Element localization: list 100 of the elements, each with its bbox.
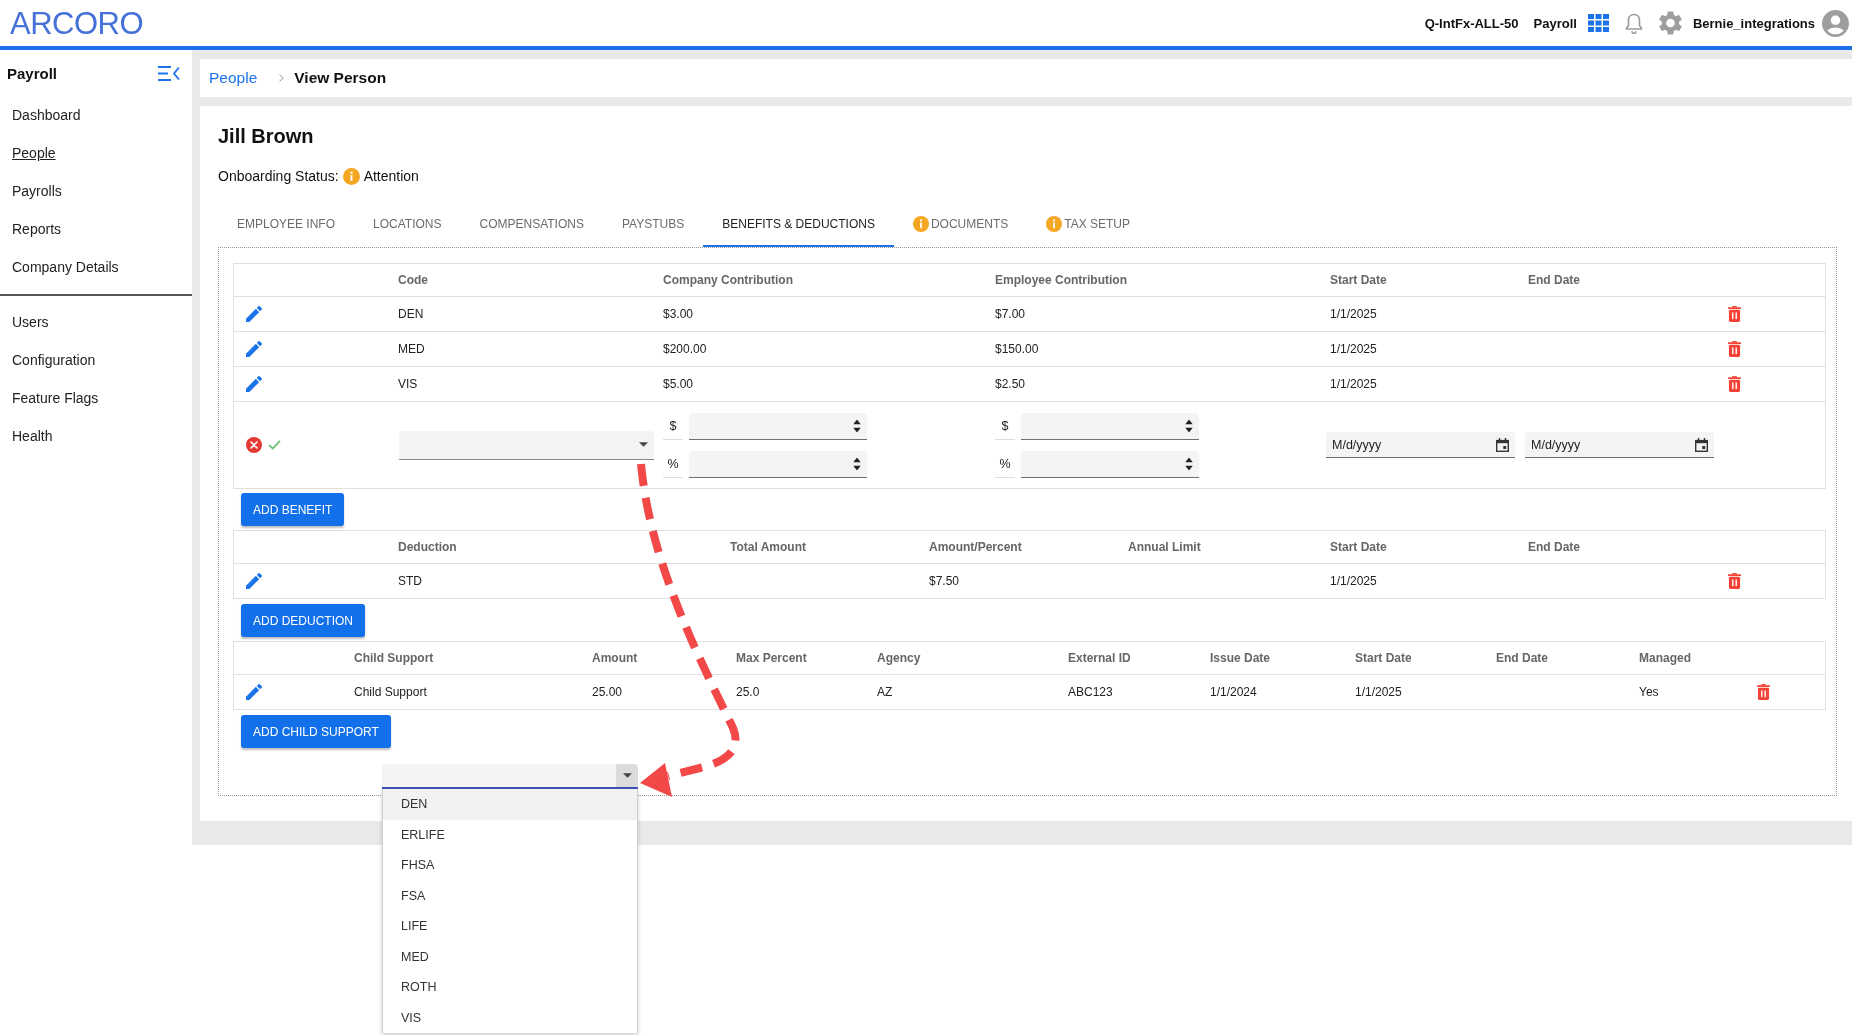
status-value: Attention xyxy=(363,168,419,184)
add-deduction-button[interactable]: ADD DEDUCTION xyxy=(241,604,365,637)
column-header: Start Date xyxy=(1355,651,1412,665)
table-text: STD xyxy=(398,574,422,588)
environment-label: Q-IntFx-ALL-50 xyxy=(1424,15,1519,31)
tab[interactable]: PAYSTUBS xyxy=(602,203,704,247)
product-label: Payroll xyxy=(1533,15,1577,31)
nav-link[interactable]: Feature Flags xyxy=(12,389,99,407)
breadcrumb-current: View Person xyxy=(294,69,387,87)
dropdown-option[interactable]: FSA xyxy=(383,880,637,911)
dropdown-option[interactable]: MED xyxy=(383,941,637,972)
nav-link[interactable]: Payrolls xyxy=(12,182,62,200)
dropdown-option[interactable]: ERLIFE xyxy=(383,819,637,850)
tab[interactable]: LOCATIONS xyxy=(354,203,461,247)
delete-icon[interactable] xyxy=(1728,341,1741,357)
column-header: End Date xyxy=(1528,540,1580,554)
delete-icon[interactable] xyxy=(1728,306,1741,322)
column-header: Issue Date xyxy=(1210,651,1271,665)
status-label: Onboarding Status: xyxy=(218,168,339,184)
tab[interactable]: COMPENSATIONS xyxy=(460,203,603,247)
person-name: Jill Brown xyxy=(218,124,315,148)
calendar-icon[interactable] xyxy=(1695,438,1708,452)
notifications-icon[interactable] xyxy=(1624,12,1643,34)
column-header: Agency xyxy=(877,651,921,665)
check-icon[interactable] xyxy=(268,440,281,450)
number-field[interactable] xyxy=(1021,450,1199,478)
column-header: Deduction xyxy=(398,540,457,554)
dropdown-option[interactable]: VIS xyxy=(383,1002,637,1033)
spinner-arrows-icon[interactable] xyxy=(853,419,861,433)
nav-link[interactable]: People xyxy=(12,144,56,162)
table-text: ABC123 xyxy=(1068,685,1113,699)
add-child-support-button[interactable]: ADD CHILD SUPPORT xyxy=(241,715,391,748)
table-text: 1/1/2025 xyxy=(1330,342,1377,356)
delete-icon[interactable] xyxy=(1728,376,1741,392)
column-header: Max Percent xyxy=(736,651,807,665)
spinner-arrows-icon[interactable] xyxy=(1185,457,1193,471)
table-text: 1/1/2025 xyxy=(1355,685,1402,699)
date-field[interactable]: M/d/yyyy xyxy=(1326,432,1515,458)
table-text: $200.00 xyxy=(663,342,707,356)
settings-icon[interactable] xyxy=(1658,11,1682,35)
table-text: $7.50 xyxy=(929,574,960,588)
tab[interactable]: DOCUMENTS xyxy=(893,203,1028,247)
column-header: Child Support xyxy=(354,651,434,665)
number-field[interactable] xyxy=(1021,412,1199,440)
column-header: Total Amount xyxy=(730,540,806,554)
code-select[interactable] xyxy=(399,430,654,460)
user-name: Bernie_integrations xyxy=(1692,15,1815,31)
column-header: Employee Contribution xyxy=(995,273,1127,287)
edit-icon[interactable] xyxy=(246,376,262,392)
edit-icon[interactable] xyxy=(246,306,262,322)
add-benefit-button[interactable]: ADD BENEFIT xyxy=(241,493,345,526)
code-select[interactable] xyxy=(382,764,638,789)
table-text: Yes xyxy=(1639,685,1659,699)
column-header: Managed xyxy=(1639,651,1691,665)
dropdown-option[interactable]: FHSA xyxy=(383,850,637,881)
nav-link[interactable]: Users xyxy=(12,313,49,331)
table-text: VIS xyxy=(398,377,418,391)
table-text: DEN xyxy=(398,307,424,321)
dropdown-option[interactable]: LIFE xyxy=(383,911,637,942)
edit-icon[interactable] xyxy=(246,684,262,700)
nav-link[interactable]: Reports xyxy=(12,220,62,238)
caret-icon xyxy=(638,442,648,447)
column-header: End Date xyxy=(1496,651,1548,665)
breadcrumb-link[interactable]: People xyxy=(209,69,258,87)
delete-icon[interactable] xyxy=(1757,684,1770,700)
column-header: Amount xyxy=(592,651,638,665)
dropdown-option[interactable]: ROTH xyxy=(383,972,637,1003)
calendar-icon[interactable] xyxy=(1496,438,1509,452)
nav-link[interactable]: Health xyxy=(12,427,53,445)
cancel-icon[interactable] xyxy=(246,437,262,453)
apps-grid-icon[interactable] xyxy=(1587,14,1609,32)
nav-link[interactable]: Configuration xyxy=(12,351,96,369)
table-text: $5.00 xyxy=(663,377,694,391)
table-text: 1/1/2025 xyxy=(1330,307,1377,321)
table-text: $7.00 xyxy=(995,307,1026,321)
tab[interactable]: EMPLOYEE INFO xyxy=(218,203,355,247)
number-field[interactable] xyxy=(689,450,867,478)
table-text: $2.50 xyxy=(995,377,1026,391)
collapse-menu-icon[interactable] xyxy=(158,65,180,81)
sidebar-title: Payroll xyxy=(7,64,58,82)
spinner-arrows-icon[interactable] xyxy=(1185,419,1193,433)
spinner-arrows-icon[interactable] xyxy=(853,457,861,471)
caret-icon xyxy=(622,773,632,778)
table-text: 25.0 xyxy=(736,685,760,699)
edit-icon[interactable] xyxy=(246,341,262,357)
column-header: Code xyxy=(398,273,428,287)
edit-icon[interactable] xyxy=(246,573,262,589)
column-header: Annual Limit xyxy=(1128,540,1201,554)
delete-icon[interactable] xyxy=(1728,573,1741,589)
tab[interactable]: TAX SETUP xyxy=(1027,203,1150,247)
table-text: 1/1/2025 xyxy=(1330,574,1377,588)
nav-link[interactable]: Company Details xyxy=(12,258,119,276)
avatar-icon[interactable] xyxy=(1822,9,1849,37)
table-text: 1/1/2025 xyxy=(1330,377,1377,391)
number-field[interactable] xyxy=(689,412,867,440)
dropdown-option[interactable]: DEN xyxy=(383,789,637,820)
tab[interactable]: BENEFITS & DEDUCTIONS xyxy=(703,203,894,247)
date-field[interactable]: M/d/yyyy xyxy=(1525,432,1714,458)
chevron-icon xyxy=(279,74,285,82)
nav-link[interactable]: Dashboard xyxy=(12,106,81,124)
